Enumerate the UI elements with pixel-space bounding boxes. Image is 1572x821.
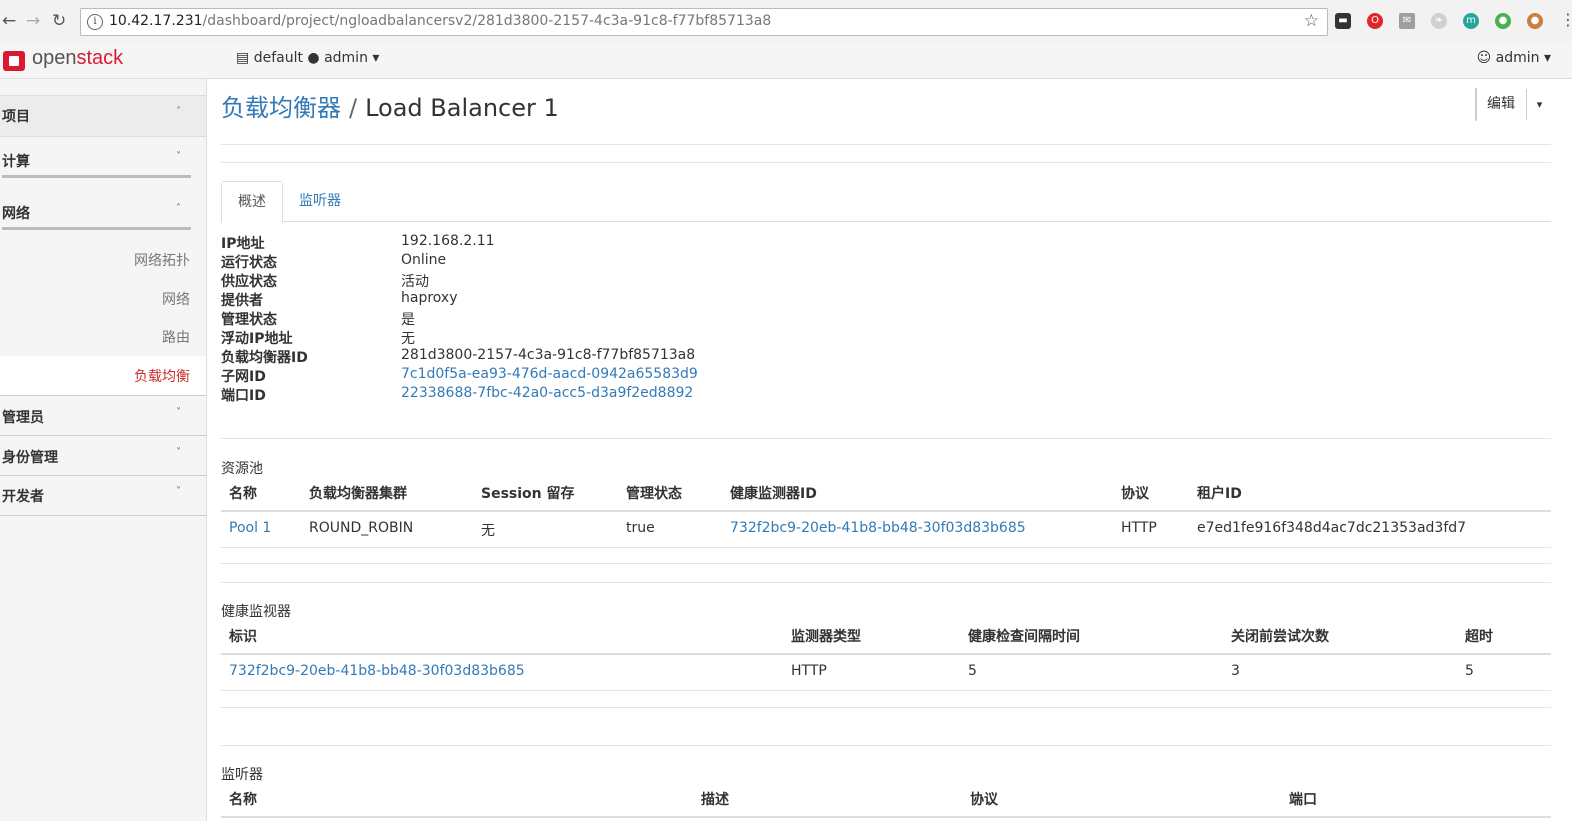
- user-icon: ☺: [1476, 50, 1492, 66]
- sidebar-item-network-topology[interactable]: 网络拓扑: [134, 250, 190, 270]
- caret-down-icon[interactable]: ▾: [1527, 89, 1552, 120]
- divider: [221, 707, 1551, 708]
- page-title-text: Load Balancer 1: [365, 94, 559, 122]
- sidebar-section-network[interactable]: 网络 ˄: [0, 203, 206, 223]
- sidebar-section-compute[interactable]: 计算 ˅: [0, 151, 206, 171]
- divider: [221, 438, 1551, 439]
- table-row: 732f2bc9-20eb-41b8-bb48-30f03d83b685 HTT…: [221, 654, 1551, 691]
- pool-name-link[interactable]: Pool 1: [229, 520, 271, 536]
- chevron-up-icon: ˄: [176, 106, 181, 117]
- brand-logo[interactable]: openstack: [32, 47, 123, 70]
- monitor-id-link[interactable]: 732f2bc9-20eb-41b8-bb48-30f03d83b685: [730, 520, 1026, 536]
- port-id-link[interactable]: 22338688-7fbc-42a0-acc5-d3a9f2ed8892: [401, 385, 693, 401]
- divider: [0, 515, 206, 516]
- breadcrumb-load-balancers[interactable]: 负载均衡器: [221, 94, 341, 122]
- divider: [221, 582, 1551, 583]
- forward-icon[interactable]: →: [26, 11, 40, 31]
- divider: [2, 227, 191, 230]
- top-navbar: openstack ▤ default ● admin ▾ ☺ admin ▾: [0, 42, 1572, 79]
- project-selector[interactable]: ▤ default ● admin ▾: [236, 50, 379, 66]
- browser-toolbar: ← → ↻ i 10.42.17.231/dashboard/project/n…: [0, 0, 1572, 43]
- caret-down-icon: ▾: [1543, 50, 1551, 66]
- chevron-down-icon: ˅: [176, 151, 181, 162]
- openstack-logo-icon: [3, 51, 25, 71]
- divider: [221, 745, 1551, 746]
- monitors-table-header: 标识 监测器类型 健康检查间隔时间 关闭前尝试次数 超时: [221, 617, 1551, 655]
- chrome-icon[interactable]: ●: [1495, 13, 1511, 29]
- tab-overview[interactable]: 概述: [221, 181, 283, 223]
- chevron-down-icon: ˅: [176, 486, 181, 497]
- divider: [221, 563, 1551, 564]
- spy-icon[interactable]: ▬: [1335, 13, 1351, 29]
- edit-button-group: 编辑 ▾: [1475, 88, 1542, 121]
- back-icon[interactable]: ←: [2, 11, 16, 31]
- sidebar-section-identity[interactable]: 身份管理 ˅: [0, 447, 206, 467]
- active-dot-icon: ●: [307, 50, 320, 66]
- user-menu[interactable]: ☺ admin ▾: [1477, 50, 1551, 66]
- divider: [0, 475, 206, 476]
- divider: [221, 162, 1551, 163]
- sidebar-section-developer[interactable]: 开发者 ˅: [0, 486, 206, 506]
- chevron-down-icon: ˅: [176, 447, 181, 458]
- sidebar: 项目 ˄ 计算 ˅ 网络 ˄ 网络拓扑 网络 路由 负载均衡 管理员 ˅ 身份管理 ˅ 开…: [0, 79, 207, 821]
- sidebar-section-project[interactable]: 项目 ˄: [0, 106, 206, 126]
- pools-table-header: 名称 负载均衡器集群 Session 留存 管理状态 健康监测器ID 协议 租户…: [221, 474, 1551, 512]
- cookie-icon[interactable]: ●: [1527, 13, 1543, 29]
- divider: [221, 144, 1551, 145]
- opera-icon[interactable]: O: [1367, 13, 1383, 29]
- m-icon[interactable]: m: [1463, 13, 1479, 29]
- sidebar-item-label: 负载均衡: [134, 369, 190, 385]
- subnet-id-link[interactable]: 7c1d0f5a-ea93-476d-aacd-0942a65583d9: [401, 366, 698, 382]
- caret-down-icon: ▾: [372, 50, 380, 66]
- listeners-table-header: 名称 描述 协议 端口: [221, 780, 1551, 818]
- divider: [2, 175, 191, 178]
- page-title: 负载均衡器 / Load Balancer 1: [221, 94, 559, 122]
- monitor-id-link[interactable]: 732f2bc9-20eb-41b8-bb48-30f03d83b685: [229, 663, 525, 679]
- table-row: Pool 1 ROUND_ROBIN 无 true 732f2bc9-20eb-…: [221, 511, 1551, 548]
- reload-icon[interactable]: ↻: [52, 11, 66, 31]
- menu-icon[interactable]: ⋮: [1560, 10, 1572, 29]
- project-icon: ▤: [236, 50, 250, 66]
- sidebar-item-networks[interactable]: 网络: [162, 289, 190, 309]
- info-icon[interactable]: i: [87, 14, 103, 30]
- divider: [0, 395, 206, 396]
- divider: [0, 435, 206, 436]
- sidebar-item-load-balancers[interactable]: 负载均衡: [0, 356, 206, 395]
- url-text: 10.42.17.231/dashboard/project/ngloadbal…: [109, 13, 772, 29]
- bookmark-star-icon[interactable]: ☆: [1304, 11, 1319, 31]
- sidebar-item-routers[interactable]: 路由: [162, 327, 190, 347]
- sidebar-section-admin[interactable]: 管理员 ˅: [0, 407, 206, 427]
- tab-listeners[interactable]: 监听器: [283, 181, 357, 221]
- feather-icon[interactable]: ❧: [1431, 13, 1447, 29]
- chevron-down-icon: ˅: [176, 407, 181, 418]
- chevron-up-icon: ˄: [176, 203, 181, 214]
- address-bar[interactable]: i 10.42.17.231/dashboard/project/ngloadb…: [80, 8, 1328, 36]
- detail-tabs: 概述 监听器: [221, 181, 1551, 223]
- mail-icon[interactable]: ✉: [1399, 13, 1415, 29]
- edit-button[interactable]: 编辑: [1476, 89, 1527, 120]
